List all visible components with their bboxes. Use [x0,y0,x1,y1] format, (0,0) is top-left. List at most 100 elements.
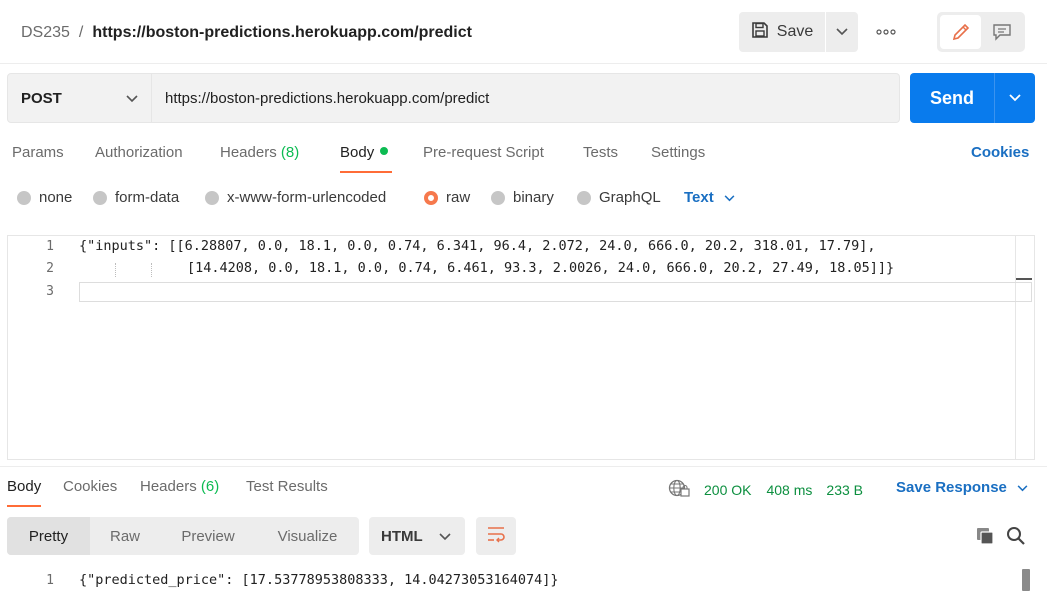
response-time[interactable]: 408 ms [766,482,812,498]
response-status: 200 OK 408 ms 233 B [668,479,863,500]
tab-body[interactable]: Body [340,144,393,173]
chevron-down-icon [836,23,848,41]
radio-circle [205,190,219,205]
response-size[interactable]: 233 B [826,482,863,498]
tab-label: Settings [651,144,706,161]
save-options-button[interactable] [826,12,858,52]
radio-binary[interactable]: binary [491,189,554,206]
chevron-down-icon [126,90,138,107]
chevron-down-icon [1017,479,1028,496]
radio-label: none [39,189,73,206]
line-number: 1 [46,573,54,588]
response-scrollbar-thumb[interactable] [1022,569,1030,591]
code-line: {"inputs": [[6.28807, 0.0, 18.1, 0.0, 0.… [79,238,876,254]
tab-count: (6) [200,478,220,495]
breadcrumb-separator: / [78,24,84,41]
request-header-bar: DS235 / https://boston-predictions.herok… [0,0,1047,64]
response-tab-cookies[interactable]: Cookies [63,478,117,495]
request-tabs: Params Authorization Headers (8) Body Pr… [0,140,1047,173]
tab-label: Authorization [95,144,183,161]
pencil-icon[interactable] [940,15,981,49]
save-response-label: Save Response [896,479,1007,496]
tab-tests[interactable]: Tests [583,144,618,161]
copy-icon[interactable] [975,526,995,551]
response-format-value: HTML [381,527,423,545]
url-input[interactable]: https://boston-predictions.herokuapp.com… [152,73,900,123]
tab-params[interactable]: Params [12,144,64,161]
radio-label: form-data [115,189,180,206]
tab-label: Headers [140,478,197,495]
wrap-lines-button[interactable] [476,517,516,555]
tab-label: Cookies [63,478,118,495]
view-visualize[interactable]: Visualize [256,517,359,555]
radio-raw[interactable]: raw [424,189,470,206]
globe-network-icon[interactable] [668,479,690,500]
radio-graphql[interactable]: GraphQL [577,189,661,206]
radio-circle [491,190,505,205]
send-button[interactable]: Send [910,73,995,123]
response-tab-test-results[interactable]: Test Results [246,478,328,495]
ellipsis-icon[interactable] [874,24,898,40]
radio-form-data[interactable]: form-data [93,189,179,206]
body-language-select[interactable]: Text [684,189,735,206]
comment-icon[interactable] [981,15,1022,49]
breadcrumb: DS235 / https://boston-predictions.herok… [21,24,472,42]
chevron-down-icon [1009,89,1021,107]
tab-headers[interactable]: Headers (8) [220,144,299,161]
save-label: Save [776,23,814,40]
line-number: 3 [46,284,54,299]
radio-none[interactable]: none [17,189,72,206]
body-language-value: Text [684,189,714,206]
method-select[interactable]: POST [7,73,152,123]
editor-scrollbar[interactable] [1015,235,1035,460]
radio-label: raw [446,189,471,206]
view-preview[interactable]: Preview [160,517,256,555]
tab-authorization[interactable]: Authorization [95,144,183,161]
request-name[interactable]: https://boston-predictions.herokuapp.com… [92,24,472,42]
mode-toggle [937,12,1025,52]
tab-label: Tests [583,144,619,161]
current-line-highlight [79,282,1032,302]
radio-circle [577,190,591,205]
view-pretty[interactable]: Pretty [7,517,90,555]
search-icon[interactable] [1006,526,1026,551]
tab-pre-request-script[interactable]: Pre-request Script [423,144,544,161]
chevron-down-icon [724,189,735,206]
response-tab-body[interactable]: Body [7,478,42,507]
radio-circle [17,190,31,205]
save-group: Save [739,12,858,52]
send-group: Send [910,73,1035,123]
save-response-button[interactable]: Save Response [896,479,1028,496]
save-button[interactable]: Save [739,12,825,52]
status-dot [380,147,389,155]
radio-circle-selected [424,190,438,205]
response-format-select[interactable]: HTML [369,517,465,555]
view-raw[interactable]: Raw [90,517,160,555]
radio-label: x-www-form-urlencoded [227,189,387,206]
send-options-button[interactable] [995,73,1035,123]
radio-label: GraphQL [599,189,661,206]
code-line: [14.4208, 0.0, 18.1, 0.0, 0.74, 6.461, 9… [187,260,895,276]
response-view-segment: Pretty Raw Preview Visualize [7,517,359,555]
wrap-lines-icon [486,525,506,548]
status-code[interactable]: 200 OK [704,482,751,498]
radio-circle [93,190,107,205]
chevron-down-icon [439,528,451,545]
response-tab-headers[interactable]: Headers (6) [140,478,219,495]
workspace-name[interactable]: DS235 [21,24,70,42]
scroll-position-marker [1016,278,1032,280]
tab-label: Params [12,144,64,161]
radio-x-www-form-urlencoded[interactable]: x-www-form-urlencoded [205,189,386,206]
tab-label: Test Results [246,478,328,495]
tab-settings[interactable]: Settings [651,144,705,161]
cookies-link[interactable]: Cookies [971,144,1029,161]
response-code-line: {"predicted_price": [17.53778953808333, … [79,572,559,588]
tab-label: Pre-request Script [423,144,544,161]
radio-label: binary [513,189,554,206]
tab-label: Body [340,144,375,161]
response-divider [0,466,1047,467]
tab-count: (8) [280,144,300,161]
indent-guide [151,263,152,277]
tab-label: Headers [220,144,277,161]
method-value: POST [21,89,62,107]
